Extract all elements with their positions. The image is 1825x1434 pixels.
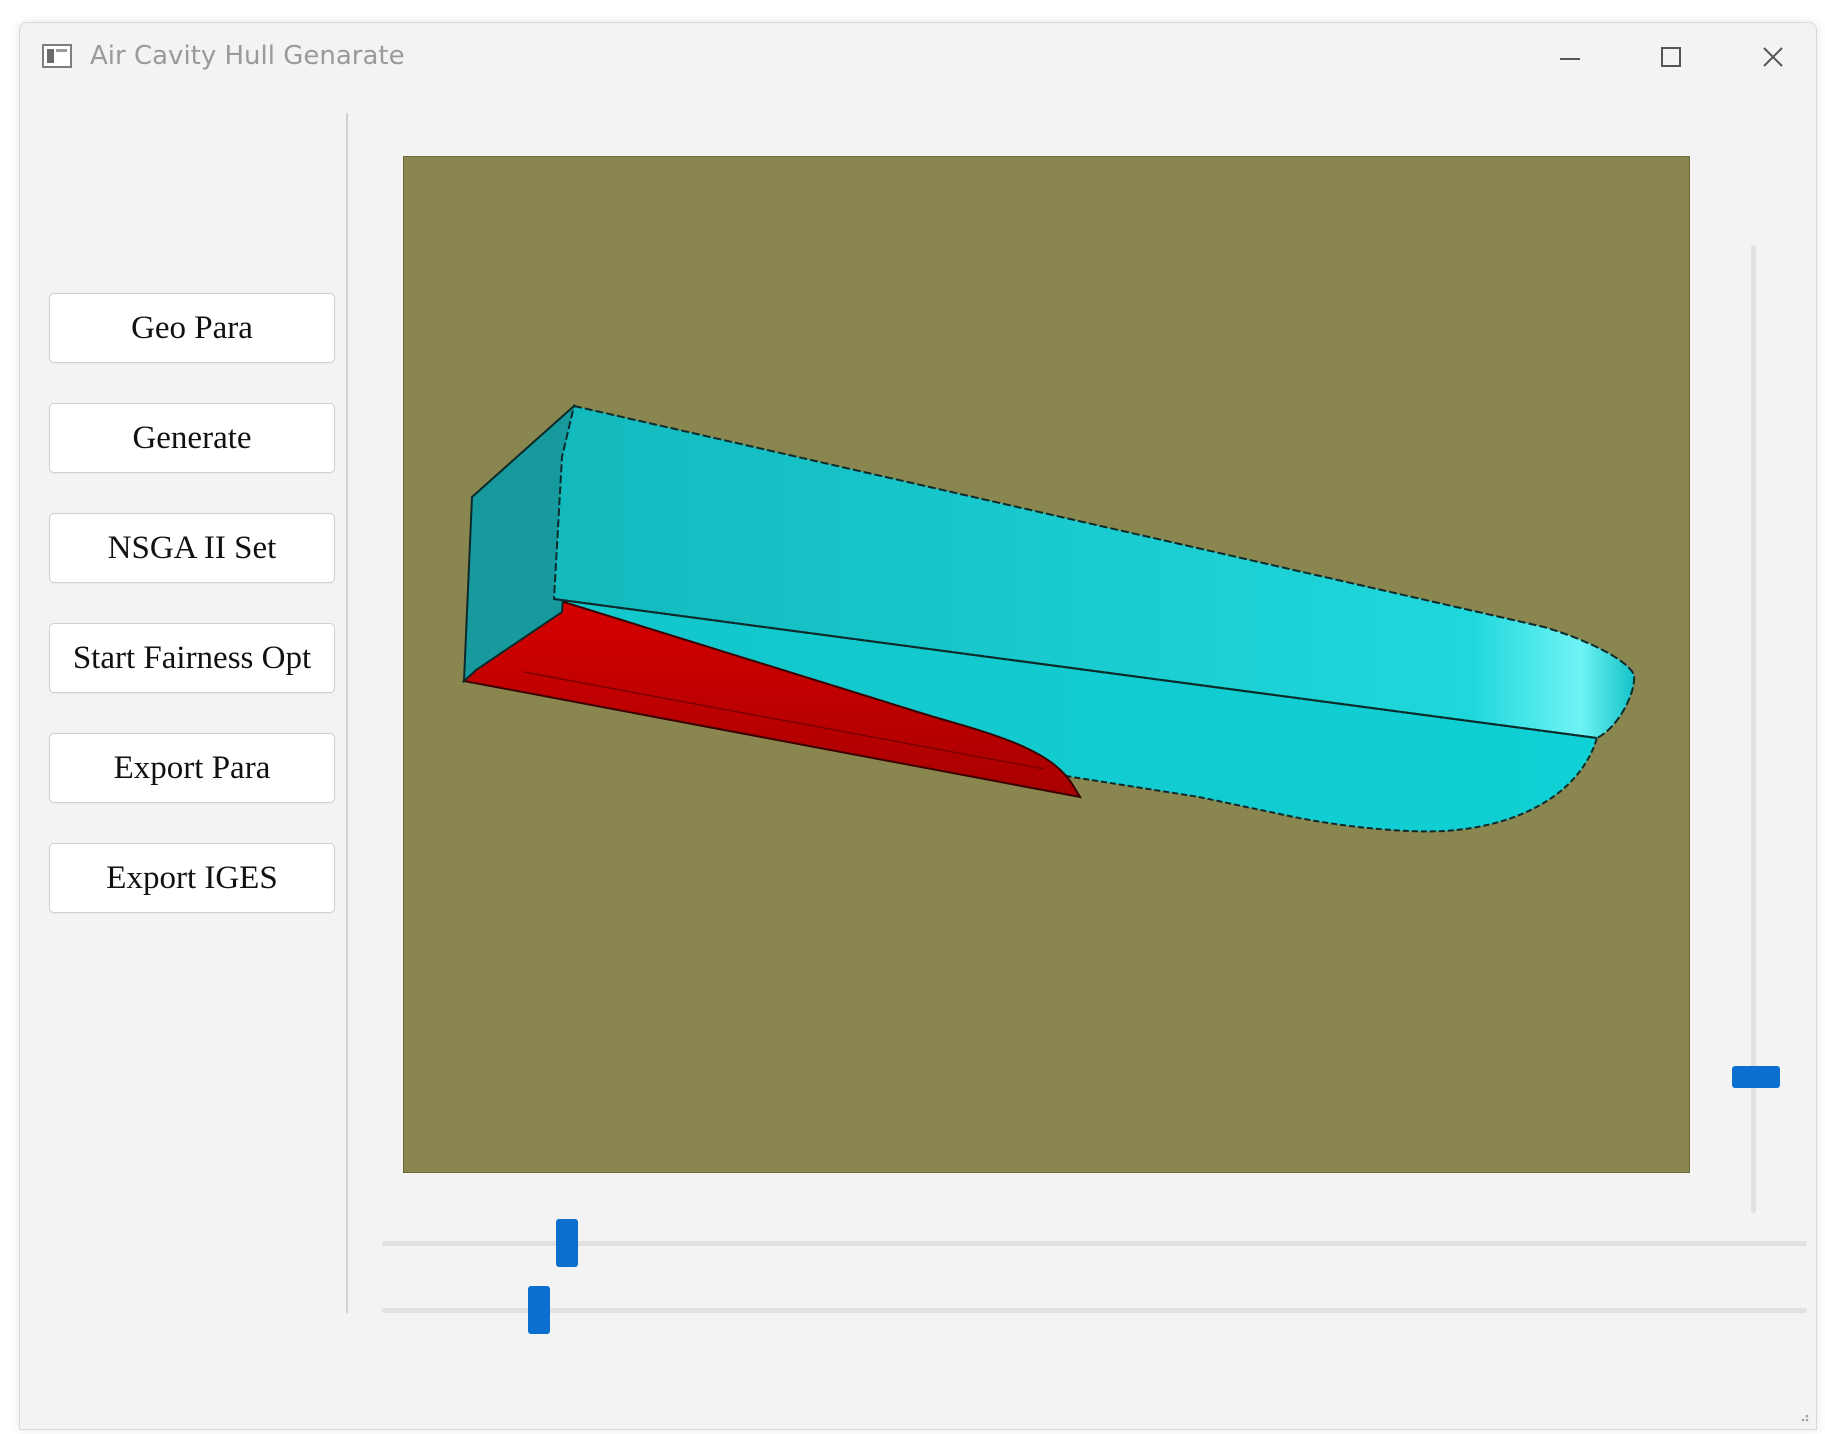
horizontal-slider-1-track[interactable]: [382, 1241, 1807, 1246]
left-panel: Geo Para Generate NSGA II Set Start Fair…: [20, 93, 345, 1333]
generate-button[interactable]: Generate: [49, 403, 335, 473]
close-icon: [1763, 47, 1783, 67]
vertical-slider-thumb[interactable]: [1732, 1065, 1780, 1088]
title-bar[interactable]: Air Cavity Hull Genarate: [20, 23, 1816, 93]
export-para-button[interactable]: Export Para: [49, 733, 335, 803]
horizontal-slider-2-thumb[interactable]: [527, 1286, 550, 1334]
start-fairness-opt-button[interactable]: Start Fairness Opt: [49, 623, 335, 693]
hull-model: [461, 403, 1636, 833]
window-title: Air Cavity Hull Genarate: [90, 41, 405, 71]
horizontal-slider-1-thumb[interactable]: [556, 1219, 579, 1267]
maximize-button[interactable]: [1641, 35, 1701, 79]
panel-divider: [346, 113, 348, 1313]
export-iges-button[interactable]: Export IGES: [49, 843, 335, 913]
resize-grip-icon[interactable]: [1796, 1409, 1810, 1423]
minimize-icon: [1560, 58, 1580, 60]
geo-para-button[interactable]: Geo Para: [49, 293, 335, 363]
horizontal-slider-2-track[interactable]: [382, 1308, 1807, 1313]
nsga-ii-set-button[interactable]: NSGA II Set: [49, 513, 335, 583]
app-window: Air Cavity Hull Genarate Geo Para Genera…: [19, 22, 1817, 1430]
3d-viewport[interactable]: [403, 156, 1690, 1173]
close-button[interactable]: [1743, 35, 1803, 79]
maximize-icon: [1661, 47, 1681, 67]
minimize-button[interactable]: [1540, 35, 1600, 79]
app-icon: [42, 43, 72, 69]
